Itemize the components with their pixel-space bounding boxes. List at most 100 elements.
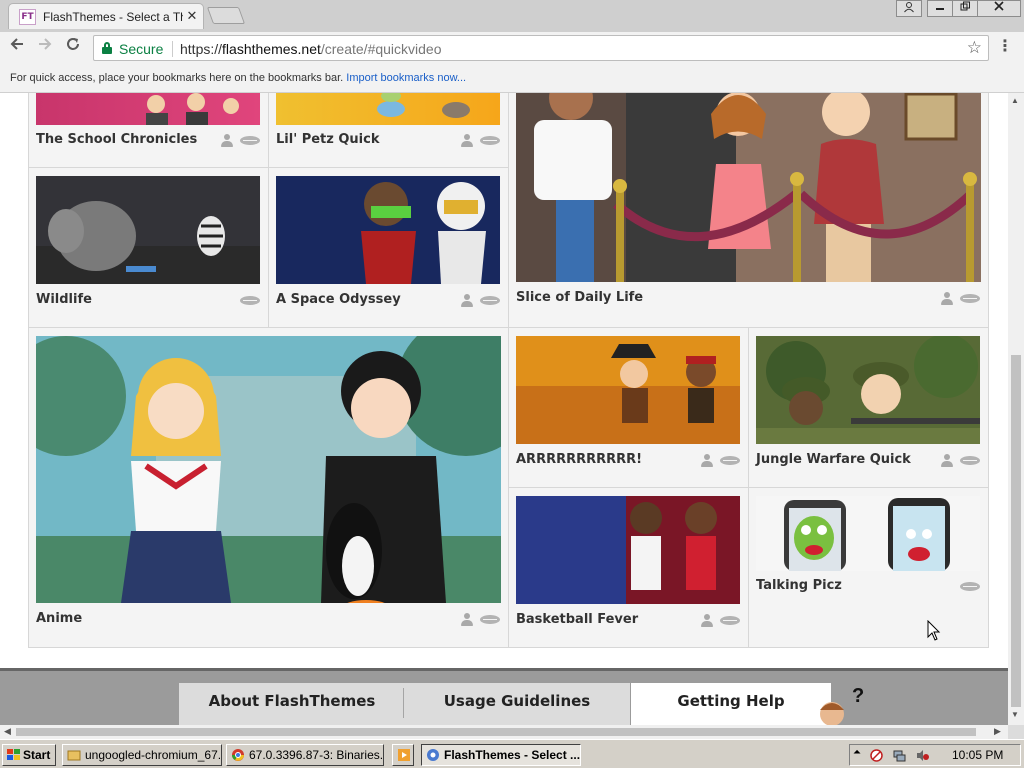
taskbar-item-label: 67.0.3396.87-3: Binaries... xyxy=(249,748,384,762)
theme-card-anime[interactable]: Anime xyxy=(28,327,509,648)
tab-close-icon[interactable]: ✕ xyxy=(185,9,199,23)
theme-card-basketball[interactable]: Basketball Fever xyxy=(508,487,749,648)
folder-icon xyxy=(67,748,81,762)
taskbar-item-chrome-binaries[interactable]: 67.0.3396.87-3: Binaries... xyxy=(226,744,384,766)
back-arrow-icon[interactable] xyxy=(6,36,28,58)
theme-thumbnail-jungle xyxy=(756,336,980,444)
minimize-icon[interactable] xyxy=(927,0,953,17)
flashthemes-favicon-icon: FT xyxy=(19,9,36,25)
url-scheme: https:// xyxy=(180,41,223,57)
user-icon xyxy=(701,614,713,627)
taskbar-clock[interactable]: 10:05 PM xyxy=(952,748,1003,762)
horizontal-scrollbar[interactable]: ◀ ▶ xyxy=(0,725,1008,739)
lips-icon xyxy=(240,296,260,305)
user-icon xyxy=(701,454,713,467)
secure-label: Secure xyxy=(119,41,164,57)
lips-icon xyxy=(960,582,980,591)
theme-card-space[interactable]: A Space Odyssey xyxy=(268,167,509,328)
user-icon xyxy=(941,454,953,467)
scroll-right-arrow-icon[interactable]: ▶ xyxy=(994,726,1001,737)
getting-help-link[interactable]: Getting Help xyxy=(631,683,831,725)
user-icon xyxy=(941,292,953,305)
site-footer-nav: About FlashThemes Usage Guidelines Getti… xyxy=(0,668,1008,725)
chromium-icon xyxy=(426,748,440,762)
media-player-icon xyxy=(397,748,411,762)
chrome-icon xyxy=(231,748,245,762)
usage-guidelines-link[interactable]: Usage Guidelines xyxy=(404,683,630,725)
import-bookmarks-link[interactable]: Import bookmarks now... xyxy=(346,72,466,84)
bookmarks-bar: For quick access, place your bookmarks h… xyxy=(0,63,1024,93)
lips-icon xyxy=(240,136,260,145)
scrollbar-corner xyxy=(1008,725,1024,739)
vertical-scroll-thumb[interactable] xyxy=(1011,355,1021,707)
theme-thumbnail-pirate xyxy=(516,336,740,444)
bookmarks-hint: For quick access, place your bookmarks h… xyxy=(10,72,466,84)
url-text[interactable]: https://flashthemes.net/create/#quickvid… xyxy=(180,41,442,57)
system-tray: 10:05 PM xyxy=(849,744,1021,766)
theme-thumbnail-wildlife xyxy=(36,176,260,284)
tray-volume-muted-icon[interactable] xyxy=(916,749,929,762)
theme-title: Jungle Warfare Quick xyxy=(756,452,911,467)
theme-title: Talking Picz xyxy=(756,578,842,593)
taskbar-quicklaunch-media[interactable] xyxy=(392,744,414,766)
theme-card-pirate[interactable]: ARRRRRRRRRRR! xyxy=(508,327,749,488)
start-button[interactable]: Start xyxy=(2,744,56,766)
windows-taskbar: Start ungoogled-chromium_67... 67.0.3396… xyxy=(0,739,1024,768)
lips-icon xyxy=(720,456,740,465)
profile-icon[interactable] xyxy=(896,0,922,17)
theme-card-petz[interactable]: Lil' Petz Quick xyxy=(268,93,509,168)
tray-network-icon[interactable] xyxy=(893,749,906,762)
lips-icon xyxy=(480,136,500,145)
browser-menu-icon[interactable]: ⋮ xyxy=(996,38,1014,58)
theme-title: Slice of Daily Life xyxy=(516,290,644,305)
theme-thumbnail-sliceoflife xyxy=(516,93,981,282)
theme-title: Basketball Fever xyxy=(516,612,639,627)
horizontal-scroll-thumb[interactable] xyxy=(16,728,976,736)
address-bar[interactable]: Secure https://flashthemes.net/create/#q… xyxy=(93,35,989,61)
theme-card-wildlife[interactable]: Wildlife xyxy=(28,167,269,328)
tray-no-entry-icon[interactable] xyxy=(870,749,883,762)
user-icon xyxy=(461,294,473,307)
theme-card-sliceoflife[interactable]: Slice of Daily Life xyxy=(508,93,989,328)
theme-title: Anime xyxy=(36,611,83,626)
scroll-down-arrow-icon[interactable]: ▼ xyxy=(1011,710,1019,719)
help-question-mark: ? xyxy=(852,685,865,707)
lips-icon xyxy=(480,296,500,305)
taskbar-item-label: FlashThemes - Select ... xyxy=(444,748,581,762)
taskbar-item-flashthemes[interactable]: FlashThemes - Select ... xyxy=(421,744,581,766)
tab-title: FlashThemes - Select a Theme xyxy=(43,10,183,24)
reload-icon[interactable] xyxy=(62,36,84,58)
start-label: Start xyxy=(23,748,51,762)
theme-card-talking[interactable]: Talking Picz xyxy=(748,487,989,648)
theme-card-school[interactable]: The School Chronicles xyxy=(28,93,269,168)
url-path: /create/#quickvideo xyxy=(320,41,442,57)
restore-icon[interactable] xyxy=(952,0,978,17)
forward-arrow-icon[interactable] xyxy=(34,36,56,58)
bookmarks-hint-text: For quick access, place your bookmarks h… xyxy=(10,72,344,84)
page-viewport: The School Chronicles Lil' Petz Quick Sl… xyxy=(0,93,1008,725)
theme-card-jungle[interactable]: Jungle Warfare Quick xyxy=(748,327,989,488)
theme-thumbnail-petz xyxy=(276,93,500,125)
theme-thumbnail-talking xyxy=(756,496,980,571)
about-flashthemes-link[interactable]: About FlashThemes xyxy=(179,683,405,725)
lips-icon xyxy=(480,615,500,624)
scroll-left-arrow-icon[interactable]: ◀ xyxy=(4,726,11,737)
theme-thumbnail-school xyxy=(36,93,260,125)
vertical-scrollbar[interactable]: ▲ ▼ xyxy=(1008,93,1024,725)
lips-icon xyxy=(960,456,980,465)
user-icon xyxy=(221,134,233,147)
user-icon xyxy=(461,134,473,147)
bookmark-star-icon[interactable]: ☆ xyxy=(967,38,982,58)
taskbar-item-folder[interactable]: ungoogled-chromium_67... xyxy=(62,744,222,766)
browser-tab-active[interactable]: FT FlashThemes - Select a Theme ✕ xyxy=(8,3,204,29)
footer-divider xyxy=(0,668,1008,671)
theme-title: The School Chronicles xyxy=(36,132,198,147)
url-host: flashthemes.net xyxy=(222,41,321,57)
user-icon xyxy=(461,613,473,626)
new-tab-button[interactable] xyxy=(206,7,246,24)
browser-toolbar: Secure https://flashthemes.net/create/#q… xyxy=(0,32,1024,63)
scroll-up-arrow-icon[interactable]: ▲ xyxy=(1011,96,1019,105)
theme-title: Wildlife xyxy=(36,292,92,307)
close-window-icon[interactable] xyxy=(977,0,1021,17)
lock-icon xyxy=(102,42,112,54)
